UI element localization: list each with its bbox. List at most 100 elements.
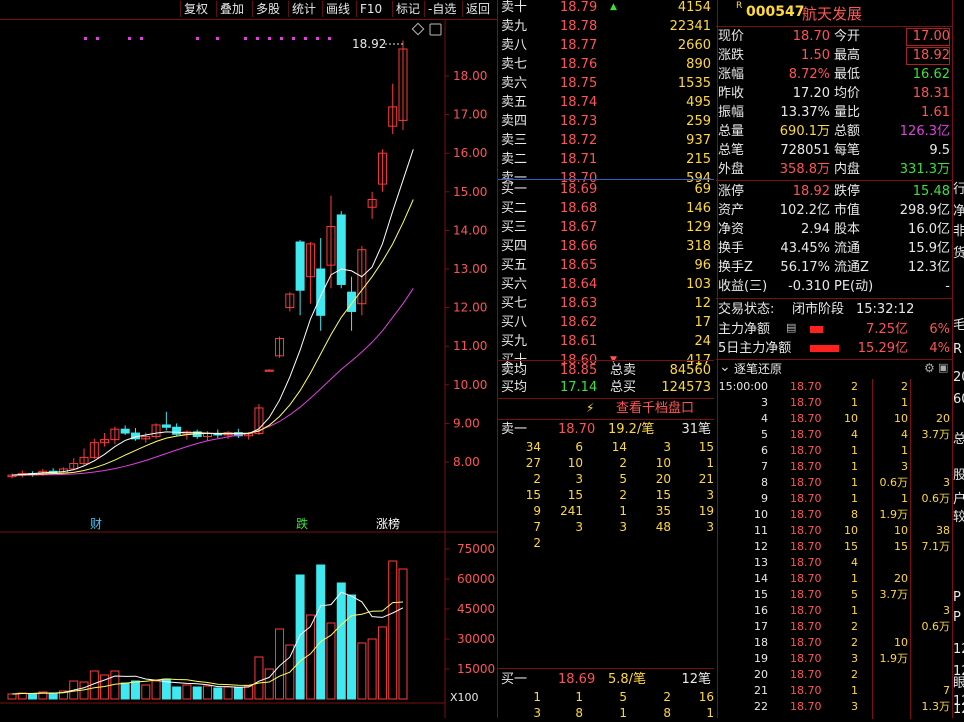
bids-row[interactable]: 买九 18.61 24	[498, 332, 714, 351]
toolbar-button-8[interactable]: 返回	[462, 1, 493, 17]
toolbar-button-0[interactable]: 复权	[180, 1, 211, 17]
tick-num: 1	[901, 396, 908, 409]
bids-volume: 318	[686, 239, 711, 254]
asks-row[interactable]: 卖十 18.79 ▲ 4154	[498, 0, 714, 17]
tick-agg: 0.6万	[921, 492, 951, 505]
buy_avg-price: 17.14	[560, 380, 598, 395]
edge-label: 非	[953, 224, 964, 239]
tick-vol: 10	[844, 412, 858, 425]
quote-value: 13.37%	[780, 105, 830, 120]
asks-row[interactable]: 卖四 18.73 259	[498, 112, 714, 131]
price-tick-label: 10.00	[453, 378, 487, 392]
quote-value: 1.50	[801, 48, 830, 63]
queue1-cell: 3	[619, 520, 627, 534]
kline-chart[interactable]: 18.00 17.00 16.00 15.00 14.00 13.00 12.00 11.00…	[0, 19, 497, 718]
tick-time: 9	[761, 492, 768, 505]
five-day-net-flow-value: 15.29亿	[857, 341, 908, 356]
tick-time: 4	[761, 412, 768, 425]
volume-bar	[367, 638, 377, 700]
tick-title: 逐笔还原	[734, 362, 783, 376]
bids-row[interactable]: 买二 18.68 146	[498, 199, 714, 218]
price-tick-label: 18.00	[453, 69, 487, 83]
tick-agg: 20	[936, 412, 950, 425]
volume-bar	[377, 626, 387, 700]
volume-bar	[347, 594, 357, 700]
edge-label: 眼	[953, 676, 964, 691]
tick-agg: 3.7万	[921, 428, 951, 441]
bids-price: 18.67	[560, 220, 598, 235]
quote-value: 1.61	[921, 105, 950, 120]
marker-dot	[256, 37, 259, 40]
toolbar-button-6[interactable]: 标记	[392, 1, 423, 17]
bids-row[interactable]: 买一 18.69 69	[498, 180, 714, 199]
deep-book-link[interactable]: 查看千档盘口	[616, 399, 694, 418]
asks-row[interactable]: 卖六 18.75 1535	[498, 74, 714, 93]
asks-label: 卖七	[501, 57, 528, 72]
queue2-cell: 8	[663, 706, 671, 720]
queue1-cell: 21	[698, 472, 714, 486]
kline-chart-canvas[interactable]: 18.00 17.00 16.00 15.00 14.00 13.00 12.00 11.00…	[0, 19, 497, 718]
quote-label: 外盘	[718, 162, 745, 177]
queue1-count: 31笔	[681, 422, 711, 437]
queue2-cell: 1	[706, 706, 714, 720]
tick-time: 20	[754, 668, 768, 681]
asks-row[interactable]: 卖三 18.72 937	[498, 131, 714, 150]
asks-row[interactable]: 卖八 18.77 2660	[498, 36, 714, 55]
buy_avg-label: 买均	[501, 380, 528, 395]
tick-agg: 1.3万	[921, 700, 951, 713]
queue1-cell: 3	[663, 440, 671, 454]
toolbar-button-1[interactable]: 叠加	[216, 1, 247, 17]
bids-row[interactable]: 买八 18.62 17	[498, 313, 714, 332]
tick-num: 15	[894, 540, 908, 553]
tick-price: 18.70	[790, 684, 822, 697]
asks-row[interactable]: 卖九 18.78 22341	[498, 17, 714, 36]
toolbar-button-5[interactable]: F10	[356, 1, 385, 17]
bids-row[interactable]: 买七 18.63 12	[498, 294, 714, 313]
quote-label: 涨跌	[718, 48, 745, 63]
bids-row[interactable]: 买四 18.66 318	[498, 237, 714, 256]
bids-row[interactable]: 买六 18.64 103	[498, 275, 714, 294]
bids-price: 18.65	[560, 258, 598, 273]
queue2-cell: 1	[619, 706, 627, 720]
stock-header: R 000547 航天发展	[716, 0, 952, 27]
marker-dot	[292, 37, 295, 40]
tick-vol: 2	[851, 380, 858, 393]
asks-row[interactable]: 卖五 18.74 495	[498, 93, 714, 112]
asks-label: 卖九	[501, 19, 528, 34]
edge-label: P	[953, 590, 961, 605]
open-box	[906, 28, 950, 46]
queue2-cell: 3	[533, 706, 541, 720]
quote-value: 16.0亿	[908, 222, 950, 237]
volume-bar	[213, 687, 223, 700]
tick-vol: 1	[851, 396, 858, 409]
collapse-icon[interactable]: ⌄	[719, 359, 731, 375]
asks-price: 18.73	[560, 114, 598, 129]
volume-bar	[120, 682, 130, 700]
asks-label: 卖二	[501, 152, 528, 167]
bids-row[interactable]: 买三 18.67 129	[498, 218, 714, 237]
asks-row[interactable]: 卖七 18.76 890	[498, 55, 714, 74]
arrow-icon: ▲	[610, 2, 617, 12]
tick-vol: 1	[851, 476, 858, 489]
marker-dot	[268, 37, 271, 40]
quote-label: 量比	[834, 105, 861, 120]
event-label-1: 跌	[296, 516, 308, 531]
toolbar-button-3[interactable]: 统计	[288, 1, 319, 17]
tick-num: 1	[901, 444, 908, 457]
toolbar-button-2[interactable]: 多股	[252, 1, 283, 17]
settings-icon[interactable]: ⚙	[924, 361, 935, 375]
tick-num: 3	[901, 460, 908, 473]
bids-row[interactable]: 买五 18.65 96	[498, 256, 714, 275]
volume-bar	[398, 568, 408, 700]
toolbar-button-7[interactable]: -自选	[424, 1, 459, 17]
toolbar-button-4[interactable]: 画线	[322, 1, 353, 17]
vol-unit-label: X100	[450, 691, 479, 704]
stock-name: 航天发展	[802, 5, 863, 23]
export-icon[interactable]: ▣	[938, 361, 948, 374]
quote-value: 16.62	[912, 67, 950, 82]
asks-row[interactable]: 卖二 18.71 215	[498, 150, 714, 169]
quote-label: 振幅	[718, 105, 745, 120]
quote-label: 现价	[718, 29, 745, 44]
tick-num: 1.9万	[879, 652, 909, 665]
queue1-avg: 19.2/笔	[608, 422, 655, 437]
